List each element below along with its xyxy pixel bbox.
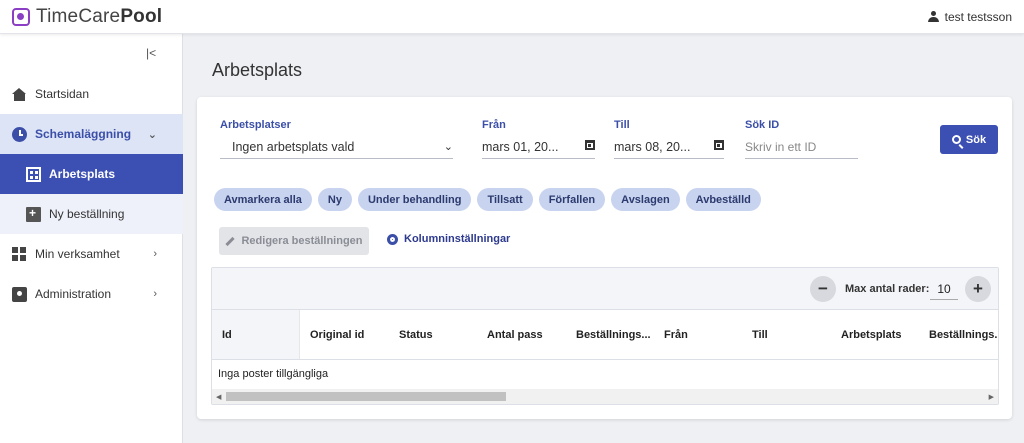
column-header[interactable]: Från [654,310,742,359]
sidebar-item-administration[interactable]: Administration › [0,274,183,314]
scrollbar-thumb[interactable] [226,392,506,401]
sidebar-item-label: Ny beställning [49,207,125,221]
column-settings-button[interactable]: Kolumninställningar [387,233,510,245]
empty-state-text: Inga poster tillgängliga [218,367,329,380]
search-icon [951,135,961,144]
from-date-value: mars 01, 20... [482,139,559,154]
decrease-rows-button[interactable]: − [810,276,836,302]
workplaces-select[interactable]: Ingen arbetsplats vald ⌄ [220,135,453,159]
workplaces-value: Ingen arbetsplats vald [232,139,355,154]
logo-text: TimeCarePool [36,5,163,27]
sidebar-item-ny-bestallning[interactable]: Ny beställning [0,194,183,234]
logo-icon [12,7,30,26]
chip-under-behandling[interactable]: Under behandling [357,188,472,211]
filter-card: Arbetsplatser Ingen arbetsplats vald ⌄ F… [197,97,1012,419]
document-add-icon [26,206,41,222]
chip-ny[interactable]: Ny [317,188,352,211]
chip-avbestalld[interactable]: Avbeställd [685,188,761,211]
column-header[interactable]: Original id [300,310,389,359]
chevron-down-icon: ⌄ [443,141,453,153]
person-icon [927,11,939,22]
sidebar-nav: Startsidan Schemaläggning ⌄ Arbetsplats … [0,74,183,314]
chevron-down-icon: ⌄ [147,128,157,141]
badge-icon [12,286,27,302]
widgets-icon [12,246,27,262]
search-id-input[interactable] [745,139,858,154]
home-icon [12,87,27,102]
from-label: Från [482,119,506,131]
sidebar-item-min-verksamhet[interactable]: Min verksamhet › [0,234,183,274]
max-rows-value[interactable]: 10 [930,278,958,300]
status-filter-chips: Avmarkera alla Ny Under behandling Tills… [214,188,761,211]
column-header[interactable]: Id [212,310,300,359]
max-rows-label: Max antal rader: [845,283,930,295]
pencil-icon [225,236,236,246]
sidebar-item-label: Min verksamhet [35,247,120,261]
from-date-field[interactable]: mars 01, 20... [482,135,595,159]
edit-order-label: Redigera beställningen [241,235,363,247]
search-button-label: Sök [965,133,987,146]
to-label: Till [614,119,630,131]
edit-order-button[interactable]: Redigera beställningen [219,227,369,255]
chip-avslagen[interactable]: Avslagen [611,188,680,211]
column-header[interactable]: Till [742,310,831,359]
search-id-label: Sök ID [745,119,780,131]
sidebar-item-arbetsplats[interactable]: Arbetsplats [0,154,183,194]
chevron-right-icon: › [153,248,157,260]
gear-icon [387,233,398,245]
workplaces-label: Arbetsplatser [220,119,291,131]
user-name: test testsson [944,9,1012,24]
column-header[interactable]: Antal pass [477,310,566,359]
scroll-left-icon[interactable]: ◀ [216,393,221,401]
column-header[interactable]: Arbetsplats [831,310,919,359]
to-date-field[interactable]: mars 08, 20... [614,135,724,159]
collapse-sidebar-icon[interactable]: |< [146,46,156,60]
column-header[interactable]: Beställnings... [919,310,998,359]
chip-tillsatt[interactable]: Tillsatt [477,188,533,211]
column-header[interactable]: Beställnings... [566,310,654,359]
calendar-icon[interactable] [585,140,595,150]
building-icon [26,166,41,182]
sidebar-item-label: Startsidan [35,87,90,101]
table-toolbar: − Max antal rader: 10 + [212,268,998,310]
horizontal-scrollbar[interactable]: ◀ ▶ [212,389,998,404]
sidebar-item-label: Arbetsplats [49,167,116,181]
page-title: Arbetsplats [212,60,303,80]
search-button[interactable]: Sök [940,125,998,154]
search-id-field [745,135,858,159]
app-logo[interactable]: TimeCarePool [12,6,162,28]
sidebar-item-schemalaggning[interactable]: Schemaläggning ⌄ [0,114,183,154]
sidebar-item-label: Schemaläggning [35,127,132,141]
increase-rows-button[interactable]: + [965,276,991,302]
to-date-value: mars 08, 20... [614,139,691,154]
scroll-right-icon[interactable]: ▶ [989,393,994,401]
top-bar: TimeCarePool test testsson [0,0,1024,34]
chip-avmarkera-alla[interactable]: Avmarkera alla [214,188,312,211]
chip-forfallen[interactable]: Förfallen [538,188,606,211]
sidebar: |< Startsidan Schemaläggning ⌄ Arbetspla… [0,34,183,443]
table-header: Id Original id Status Antal pass Beställ… [212,310,998,360]
column-settings-label: Kolumninställningar [404,233,511,245]
sidebar-item-label: Administration [35,287,112,301]
user-menu[interactable]: test testsson [927,9,1012,24]
clock-icon [12,126,27,142]
calendar-icon[interactable] [714,140,724,150]
orders-table: − Max antal rader: 10 + Id Original id S… [211,267,999,405]
column-header[interactable]: Status [389,310,477,359]
chevron-right-icon: › [153,288,157,300]
sidebar-item-startsidan[interactable]: Startsidan [0,74,183,114]
